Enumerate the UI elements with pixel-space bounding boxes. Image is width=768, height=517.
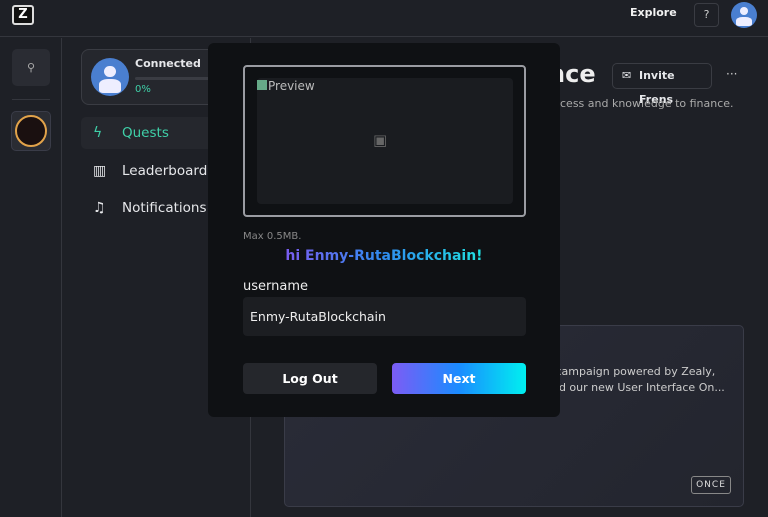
connection-status: Connected <box>135 57 201 70</box>
zealy-logo[interactable]: Z <box>12 5 34 25</box>
log-out-button[interactable]: Log Out <box>243 363 377 394</box>
search-icon: ⚲ <box>26 61 36 74</box>
bell-icon: ♫ <box>93 200 106 216</box>
community-description: cess and knowledge to finance. <box>560 97 734 110</box>
community-icon[interactable] <box>11 111 51 151</box>
community-rail <box>0 38 62 517</box>
quest-description: und our new User Interface On... <box>545 381 725 394</box>
next-button[interactable]: Next <box>392 363 526 394</box>
explore-link[interactable]: Explore <box>630 6 677 19</box>
more-options-button[interactable]: ··· <box>726 67 737 81</box>
leaderboard-icon: ▥ <box>93 163 107 179</box>
progress-label: 0% <box>135 84 151 95</box>
greeting: hi Enmy-RutaBlockchain! <box>285 248 483 264</box>
invite-frens-button[interactable]: ✉ Invite Frens <box>612 63 712 106</box>
mail-icon: ✉ <box>622 69 632 82</box>
profile-avatar <box>91 58 129 96</box>
help-button[interactable]: ? <box>694 3 719 27</box>
quest-description: n campaign powered by Zealy, <box>545 365 716 378</box>
max-size-hint: Max 0.5MB. <box>243 231 302 242</box>
username-input[interactable] <box>243 297 526 336</box>
add-image-icon[interactable]: ▣ <box>373 131 393 149</box>
search-button[interactable]: ⚲ <box>12 49 50 86</box>
lightning-icon: ϟ <box>93 125 103 141</box>
user-avatar[interactable] <box>731 2 757 28</box>
recurrence-badge: ONCE <box>691 476 731 494</box>
preview-image: Preview <box>257 79 315 93</box>
divider <box>12 99 50 100</box>
username-label: username <box>243 279 308 294</box>
progress-bar <box>135 77 215 80</box>
